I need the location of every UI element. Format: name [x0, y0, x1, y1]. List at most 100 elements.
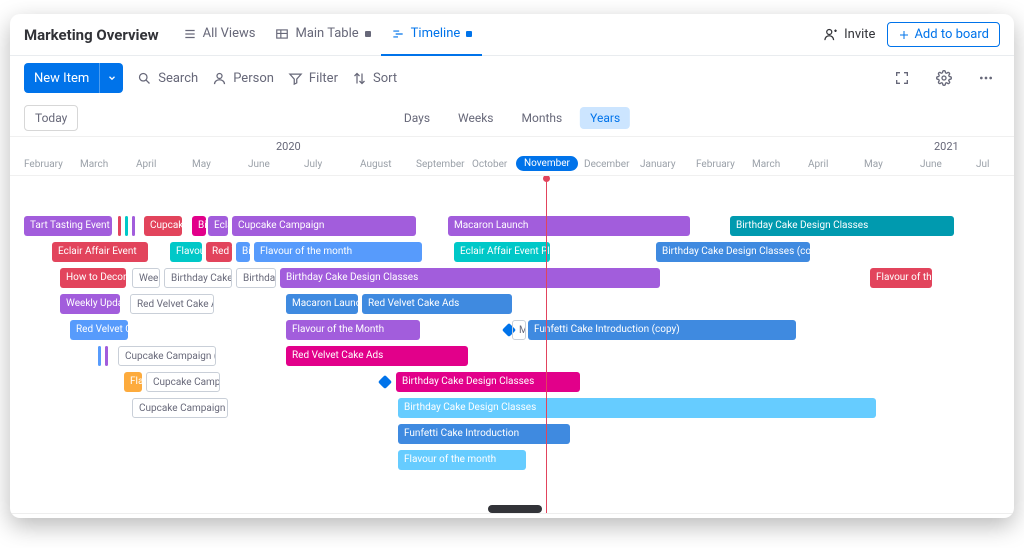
timeline-bar[interactable]: Funfetti Cake Introduction [398, 424, 570, 444]
timeline-bar[interactable]: Weekly Update [60, 294, 120, 314]
add-to-board-label: Add to board [914, 27, 989, 42]
timeline-bar[interactable]: Red V [206, 242, 232, 262]
new-item-caret[interactable] [99, 63, 123, 93]
more-button[interactable] [972, 64, 1000, 92]
timeline-bar[interactable]: Red Velvet Ca [70, 320, 128, 340]
invite-label: Invite [844, 27, 875, 42]
person-label: Person [233, 71, 274, 86]
invite-button[interactable]: Invite [823, 27, 875, 42]
timeline-bar[interactable]: Flavour of the month [254, 242, 422, 262]
timeline-marker[interactable] [125, 216, 128, 236]
month-label: September [416, 159, 465, 170]
timeline-bar[interactable]: Flavour of th [870, 268, 932, 288]
scale-years[interactable]: Years [580, 107, 630, 129]
timeline-bar[interactable]: Weekl [132, 268, 160, 288]
person-icon [212, 71, 227, 86]
timeline-bar[interactable]: Bir [236, 242, 250, 262]
search-label: Search [158, 71, 198, 86]
timeline-marker[interactable] [98, 346, 101, 366]
timeline-bar[interactable]: Birthday Cake Design Classes [730, 216, 954, 236]
table-icon [275, 27, 289, 41]
timeline-marker[interactable] [118, 216, 121, 236]
view-tab-all-views[interactable]: All Views [173, 14, 266, 56]
timeline-bar[interactable]: Cupcake Campaign [146, 372, 220, 392]
sort-button[interactable]: Sort [352, 71, 397, 86]
month-label: April [808, 159, 828, 170]
scale-days[interactable]: Days [394, 107, 440, 129]
filter-button[interactable]: Filter [288, 71, 338, 86]
timeline-bar[interactable]: Cupcake Campaign (copy) [132, 398, 228, 418]
today-button[interactable]: Today [24, 105, 78, 131]
year-label-2021: 2021 [934, 140, 959, 153]
timeline-bar[interactable]: How to Decora [60, 268, 126, 288]
fullscreen-button[interactable] [888, 64, 916, 92]
filter-label: Filter [309, 71, 338, 86]
timeline-icon [391, 27, 405, 41]
timeline-bar[interactable]: Fla [124, 372, 142, 392]
timeline-bar[interactable]: Birthday Cake Design Classes [398, 398, 876, 418]
filter-icon [288, 71, 303, 86]
view-tab-main-table[interactable]: Main Table [265, 14, 380, 56]
board-title: Marketing Overview [24, 26, 159, 44]
timeline-bar[interactable]: Flavou [170, 242, 202, 262]
timeline-bar[interactable]: Birthday Cake Design Classes (copy) [656, 242, 810, 262]
search-icon [137, 71, 152, 86]
sort-icon [352, 71, 367, 86]
month-header: February March April May June July August Septe… [10, 156, 1014, 176]
timeline-bar[interactable]: Bir [192, 216, 206, 236]
timeline-bar[interactable]: Birthday Cake Design Classes [280, 268, 660, 288]
timeline-chart[interactable]: Tart Tasting EventCupcakeBirEclaiCupcake… [10, 176, 1014, 514]
year-label-2020: 2020 [276, 140, 301, 153]
timeline-bar[interactable]: Ma [512, 320, 526, 340]
gear-icon [936, 70, 952, 86]
month-label: January [640, 159, 676, 170]
timeline-bar[interactable]: Tart Tasting Event [24, 216, 112, 236]
top-bar: Marketing Overview All Views Main Table … [10, 14, 1014, 56]
settings-button[interactable] [930, 64, 958, 92]
search-button[interactable]: Search [137, 71, 198, 86]
timeline-bar[interactable]: Eclair Affair Event [52, 242, 148, 262]
menu-icon [183, 27, 197, 41]
timeline-bar[interactable]: Flavour of the month [398, 450, 526, 470]
pin-icon [466, 31, 472, 37]
scale-months[interactable]: Months [511, 107, 572, 129]
timeline-bar[interactable]: Birthday C [236, 268, 276, 288]
add-to-board-button[interactable]: Add to board [887, 22, 1000, 47]
pin-icon [365, 31, 371, 37]
year-header: 2020 2021 [10, 136, 1014, 156]
timeline-bar[interactable]: Cupcake [144, 216, 182, 236]
month-label: May [192, 159, 211, 170]
timeline-bar[interactable]: Red Velvet Cake Ads [286, 346, 468, 366]
timeline-bar[interactable]: Macaron Launch [448, 216, 690, 236]
timeline-marker[interactable] [105, 346, 108, 366]
timeline-bar[interactable]: Birthday Cake Design Classes [396, 372, 580, 392]
month-label: August [360, 159, 392, 170]
month-label: July [304, 159, 322, 170]
month-label: June [248, 159, 270, 170]
person-filter[interactable]: Person [212, 71, 274, 86]
view-tab-label: Timeline [411, 26, 461, 41]
view-tab-timeline[interactable]: Timeline [381, 14, 483, 56]
view-tab-label: Main Table [295, 26, 358, 41]
timeline-bar[interactable]: Cupcake Campaign (cop [118, 346, 216, 366]
month-label-current[interactable]: November [516, 156, 578, 171]
timeline-bar[interactable]: Eclai [208, 216, 228, 236]
scale-weeks[interactable]: Weeks [448, 107, 503, 129]
timeline-bar[interactable]: Macaron Launch Pr [286, 294, 358, 314]
timeline-bar[interactable]: Eclair Affair Event Planning [454, 242, 550, 262]
horizontal-scroll-thumb[interactable] [488, 505, 542, 513]
month-label: February [696, 159, 735, 170]
new-item-button[interactable]: New Item [24, 63, 123, 93]
timeline-milestone[interactable] [378, 375, 392, 389]
timeline-bar[interactable]: Red Velvet Cake Ads [362, 294, 512, 314]
timeline-marker[interactable] [132, 216, 135, 236]
month-label: March [752, 159, 780, 170]
timeline-bar[interactable]: Funfetti Cake Introduction (copy) [528, 320, 796, 340]
scale-group: Days Weeks Months Years [394, 107, 630, 129]
timeline-bar[interactable]: Birthday Cake Desi [164, 268, 232, 288]
sort-label: Sort [373, 71, 397, 86]
timeline-bar[interactable]: Red Velvet Cake Ads [130, 294, 214, 314]
timeline-bar[interactable]: Cupcake Campaign [232, 216, 416, 236]
timeline-bar[interactable]: Flavour of the Month [286, 320, 420, 340]
new-item-label: New Item [24, 71, 99, 86]
